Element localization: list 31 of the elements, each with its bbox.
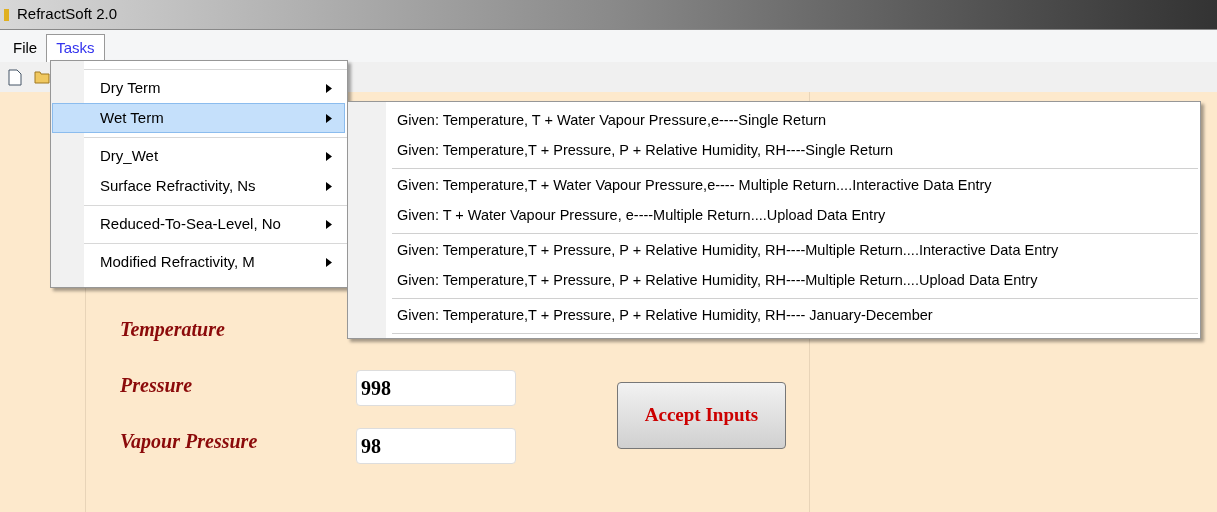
menu-entry[interactable]: Dry Term [52, 73, 345, 103]
new-document-icon [8, 68, 22, 86]
menu-entry[interactable]: Wet Term [52, 103, 345, 133]
submenu-entry[interactable]: Given: Temperature,T + Pressure, P + Relative Humidity, RH----Multiple Return....Interactive Data Entry [392, 236, 1198, 266]
submenu-entry[interactable]: Given: Temperature,T + Pressure, P + Relative Humidity, RH----Single Return [392, 136, 1198, 166]
submenu-entry[interactable]: Given: Temperature,T + Pressure, P + Relative Humidity, RH----Multiple Return....Upload Data Entry [392, 266, 1198, 296]
menu-item[interactable]: File [4, 34, 47, 62]
submenu-arrow-icon [326, 219, 332, 229]
folder-icon [34, 70, 50, 84]
submenu-arrow-icon [326, 181, 332, 191]
submenu-entry[interactable]: Given: Temperature, T + Water Vapour Pressure,e----Single Return [392, 106, 1198, 136]
field-label: Pressure [120, 373, 194, 398]
app-icon [4, 8, 9, 21]
value-field[interactable]: 98 [356, 428, 516, 464]
menu-entry[interactable]: Dry_Wet [52, 141, 345, 171]
submenu-arrow-icon [326, 83, 332, 93]
submenu-entry[interactable]: Given: Temperature,T + Pressure, P + Relative Humidity, RH---- January-December [392, 301, 1198, 331]
submenu-arrow-icon [326, 113, 332, 123]
menu-entry[interactable]: Surface Refractivity, Ns [52, 171, 345, 201]
menu-item[interactable]: Tasks [46, 34, 105, 62]
window-title: RefractSoft 2.0 [17, 4, 118, 25]
accept-inputs-button[interactable]: Accept Inputs [617, 382, 786, 449]
submenu-arrow-icon [326, 257, 332, 267]
field-label: Temperature [120, 317, 226, 343]
submenu-entry[interactable]: Given: T + Water Vapour Pressure, e----Multiple Return....Upload Data Entry [392, 201, 1198, 231]
submenu-entry[interactable]: Given: Temperature,T + Water Vapour Pressure,e---- Multiple Return....Interactive Data Entry [392, 171, 1198, 201]
menu-entry[interactable]: Reduced-To-Sea-Level, No [52, 209, 345, 239]
submenu-arrow-icon [326, 151, 332, 161]
menu-entry[interactable]: Modified Refractivity, M [52, 247, 345, 277]
field-label: Vapour Pressure [120, 429, 259, 455]
value-field[interactable]: 998 [356, 370, 516, 406]
